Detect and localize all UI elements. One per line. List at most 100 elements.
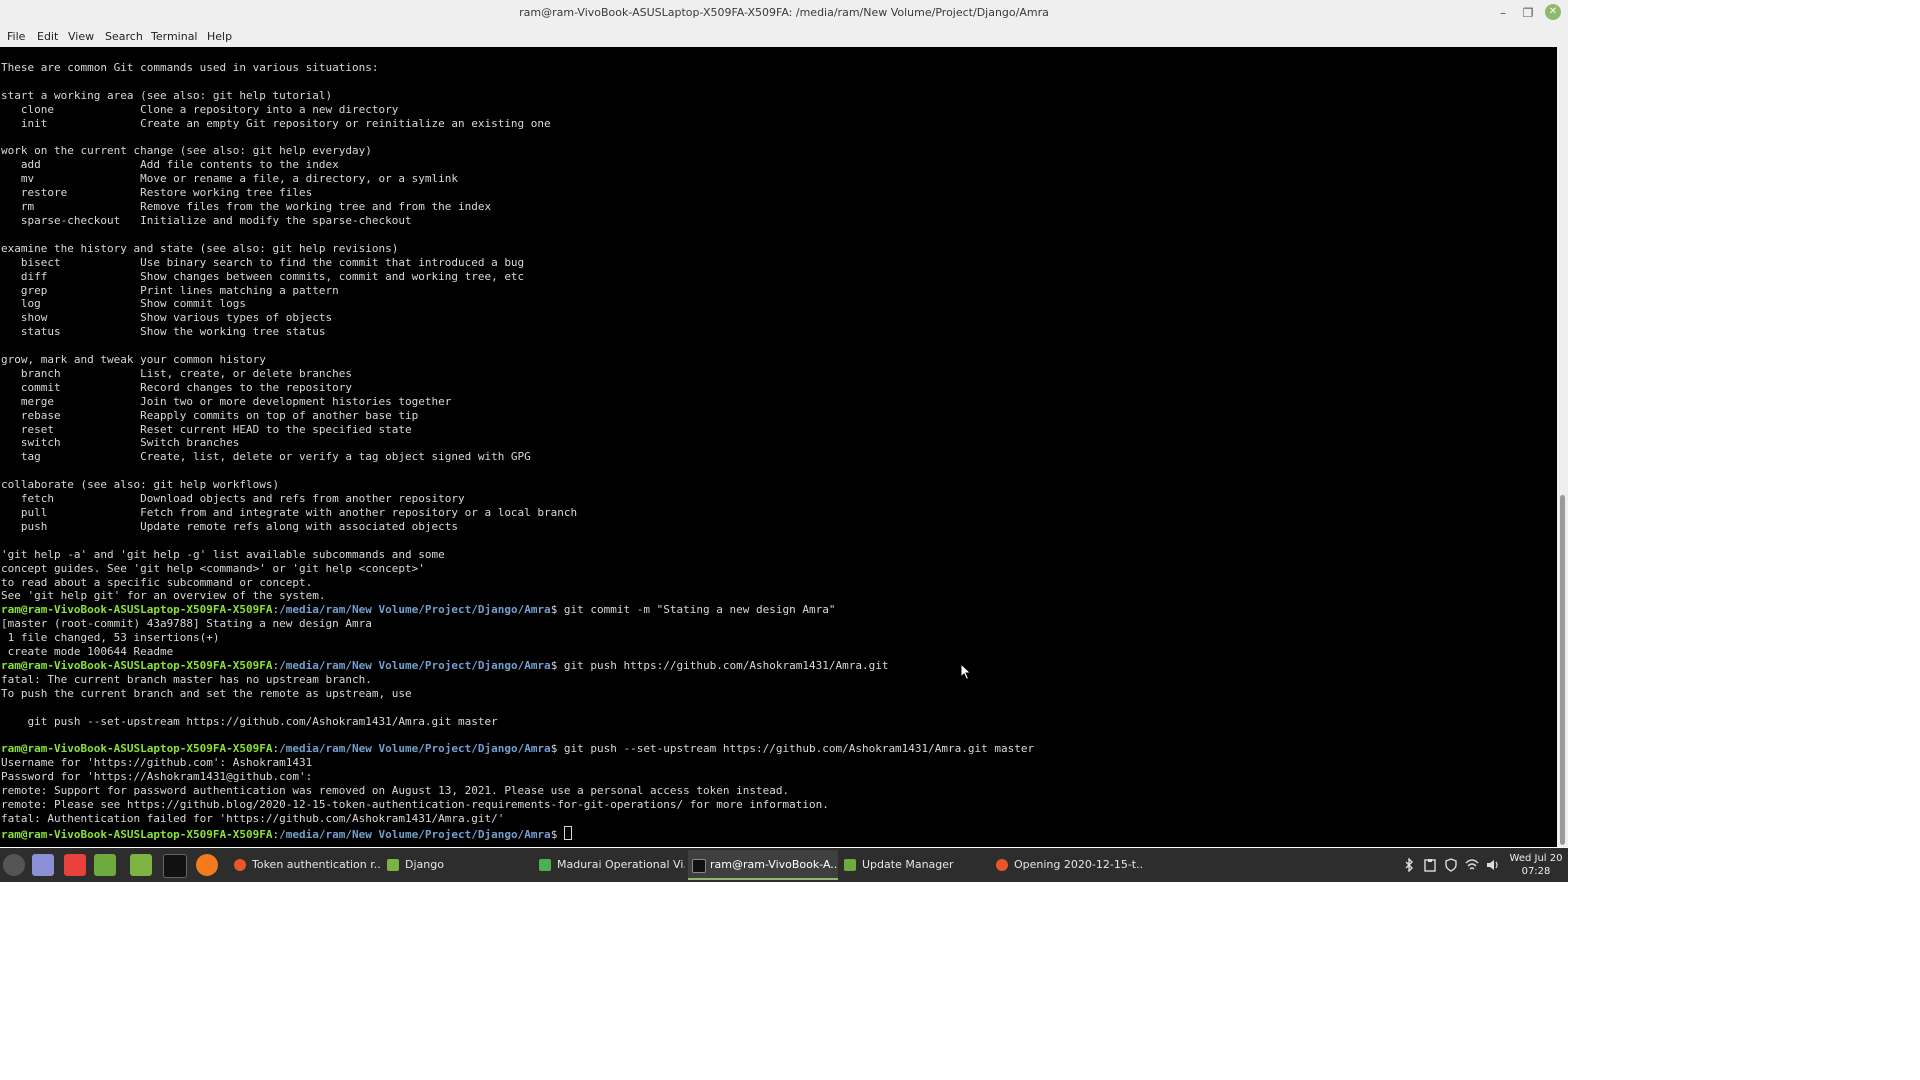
prompt-user: ram@ram-VivoBook-ASUSLaptop-X509FA-X509F… (1, 827, 273, 841)
menu-terminal[interactable]: Terminal (151, 30, 198, 43)
prompt-path: /media/ram/New Volume/Project/Django/Amr… (279, 742, 551, 756)
minimize-icon[interactable]: – (1494, 4, 1512, 22)
terminal-line: reset Reset current HEAD to the specifie… (1, 422, 412, 436)
prompt-user: ram@ram-VivoBook-ASUSLaptop-X509FA-X509F… (1, 742, 273, 756)
terminal-line: merge Join two or more development histo… (1, 394, 452, 408)
close-icon[interactable]: ✕ (1545, 4, 1561, 20)
terminal-line: Username for 'https://github.com': Ashok… (1, 756, 313, 770)
terminal-line: bisect Use binary search to find the com… (1, 255, 525, 269)
terminal-line: fatal: Authentication failed for 'https:… (1, 811, 505, 825)
terminal-line: These are common Git commands used in va… (1, 61, 379, 74)
task-label: Token authentication r... (252, 858, 380, 871)
menu-help[interactable]: Help (207, 30, 232, 43)
task-update-manager[interactable]: Update Manager (840, 850, 990, 880)
terminal-output[interactable]: These are common Git commands used in va… (0, 47, 1557, 847)
task-label: Madurai Operational Vi... (557, 858, 685, 871)
command-line: $ git push https://github.com/Ashokram14… (550, 658, 889, 672)
command-line: $ git commit -m "Stating a new design Am… (550, 603, 836, 617)
clock[interactable]: Wed Jul 20 07:28 (1506, 852, 1566, 878)
title-bar: ram@ram-VivoBook-ASUSLaptop-X509FA-X509F… (0, 0, 1568, 26)
terminal-line: mv Move or rename a file, a directory, o… (1, 172, 458, 186)
terminal-line: sparse-checkout Initialize and modify th… (1, 213, 412, 227)
terminal-line: show Show various types of objects (1, 311, 333, 325)
folder-icon[interactable] (130, 854, 152, 876)
prompt-path: /media/ram/New Volume/Project/Django/Amr… (279, 603, 551, 617)
taskbar: Token authentication r... Django Madurai… (0, 848, 1568, 882)
firefox-icon (996, 859, 1008, 871)
terminal-line: to read about a specific subcommand or c… (1, 575, 313, 589)
terminal-line: grow, mark and tweak your common history (1, 353, 266, 367)
terminal-line: collaborate (see also: git help workflow… (1, 478, 280, 492)
task-label: ram@ram-VivoBook-A... (710, 858, 838, 871)
terminal-icon[interactable] (163, 854, 187, 878)
folder-icon (387, 859, 399, 871)
prompt-path: /media/ram/New Volume/Project/Django/Amr… (279, 658, 551, 672)
terminal-line: git push --set-upstream https://github.c… (1, 714, 498, 728)
terminal-line: restore Restore working tree files (1, 186, 313, 200)
terminal-line: init Create an empty Git repository or r… (1, 116, 551, 130)
task-terminal[interactable]: ram@ram-VivoBook-A... (688, 850, 838, 880)
terminal-line: branch List, create, or delete branches (1, 366, 352, 380)
scrollbar-thumb[interactable] (1560, 495, 1565, 845)
terminal-line: clone Clone a repository into a new dire… (1, 102, 399, 116)
firefox-icon (234, 859, 246, 871)
menu-search[interactable]: Search (105, 30, 143, 43)
terminal-line: examine the history and state (see also:… (1, 241, 399, 255)
terminal-line: 'git help -a' and 'git help -g' list ava… (1, 547, 445, 561)
files-icon[interactable] (94, 854, 116, 876)
terminal-line: rebase Reapply commits on top of another… (1, 408, 419, 422)
maximize-icon[interactable]: ❐ (1519, 4, 1537, 22)
menu-edit[interactable]: Edit (37, 30, 58, 43)
command-line: $ (550, 827, 564, 841)
task-label: Django (405, 858, 444, 871)
terminal-line: Password for 'https://Ashokram1431@githu… (1, 770, 313, 784)
terminal-line: [master (root-commit) 43a9788] Stating a… (1, 617, 372, 631)
task-label: Update Manager (862, 858, 954, 871)
terminal-line: add Add file contents to the index (1, 158, 339, 172)
bluetooth-icon[interactable] (1402, 858, 1416, 872)
clock-date: Wed Jul 20 (1509, 853, 1563, 864)
task-django[interactable]: Django (383, 850, 533, 880)
shield-icon (844, 859, 856, 871)
terminal-line: 1 file changed, 53 insertions(+) (1, 631, 220, 645)
menu-file[interactable]: File (7, 30, 25, 43)
git-gui-icon[interactable] (64, 854, 86, 876)
terminal-line: tag Create, list, delete or verify a tag… (1, 450, 531, 464)
wifi-icon[interactable] (1465, 858, 1479, 872)
spreadsheet-icon (539, 859, 551, 871)
task-token-authentication[interactable]: Token authentication r... (230, 850, 380, 880)
clipboard-icon[interactable] (1423, 858, 1437, 872)
terminal-line: fetch Download objects and refs from ano… (1, 492, 465, 506)
terminal-line: log Show commit logs (1, 297, 247, 311)
terminal-line: remote: Support for password authenticat… (1, 784, 790, 798)
terminal-scrollbar[interactable] (1557, 47, 1568, 847)
menu-icon[interactable] (3, 854, 25, 876)
terminal-line: rm Remove files from the working tree an… (1, 200, 492, 214)
clock-time: 07:28 (1521, 866, 1551, 877)
mouse-pointer-icon (960, 663, 972, 681)
terminal-icon (692, 859, 706, 873)
terminal-line: work on the current change (see also: gi… (1, 144, 372, 158)
prompt-user: ram@ram-VivoBook-ASUSLaptop-X509FA-X509F… (1, 658, 273, 672)
terminal-line: To push the current branch and set the r… (1, 686, 412, 700)
terminal-line: grep Print lines matching a pattern (1, 283, 339, 297)
notes-icon[interactable] (32, 854, 54, 876)
terminal-line: push Update remote refs along with assoc… (1, 519, 458, 533)
window-title: ram@ram-VivoBook-ASUSLaptop-X509FA-X509F… (519, 6, 1049, 19)
command-line: $ git push --set-upstream https://github… (550, 742, 1035, 756)
menu-bar: File Edit View Search Terminal Help (0, 26, 1568, 48)
shield-icon[interactable] (1444, 858, 1458, 872)
firefox-icon[interactable] (196, 854, 218, 876)
task-opening-file[interactable]: Opening 2020-12-15-t... (992, 850, 1142, 880)
menu-view[interactable]: View (68, 30, 94, 43)
volume-icon[interactable] (1486, 858, 1500, 872)
task-label: Opening 2020-12-15-t... (1014, 858, 1142, 871)
terminal-line: pull Fetch from and integrate with anoth… (1, 506, 578, 519)
terminal-line: remote: Please see https://github.blog/2… (1, 798, 829, 812)
text-cursor (563, 825, 572, 840)
task-madurai[interactable]: Madurai Operational Vi... (535, 850, 685, 880)
terminal-line: diff Show changes between commits, commi… (1, 269, 525, 283)
terminal-line: See 'git help git' for an overview of th… (1, 589, 326, 603)
terminal-line: create mode 100644 Readme (1, 645, 174, 659)
prompt-user: ram@ram-VivoBook-ASUSLaptop-X509FA-X509F… (1, 603, 273, 617)
